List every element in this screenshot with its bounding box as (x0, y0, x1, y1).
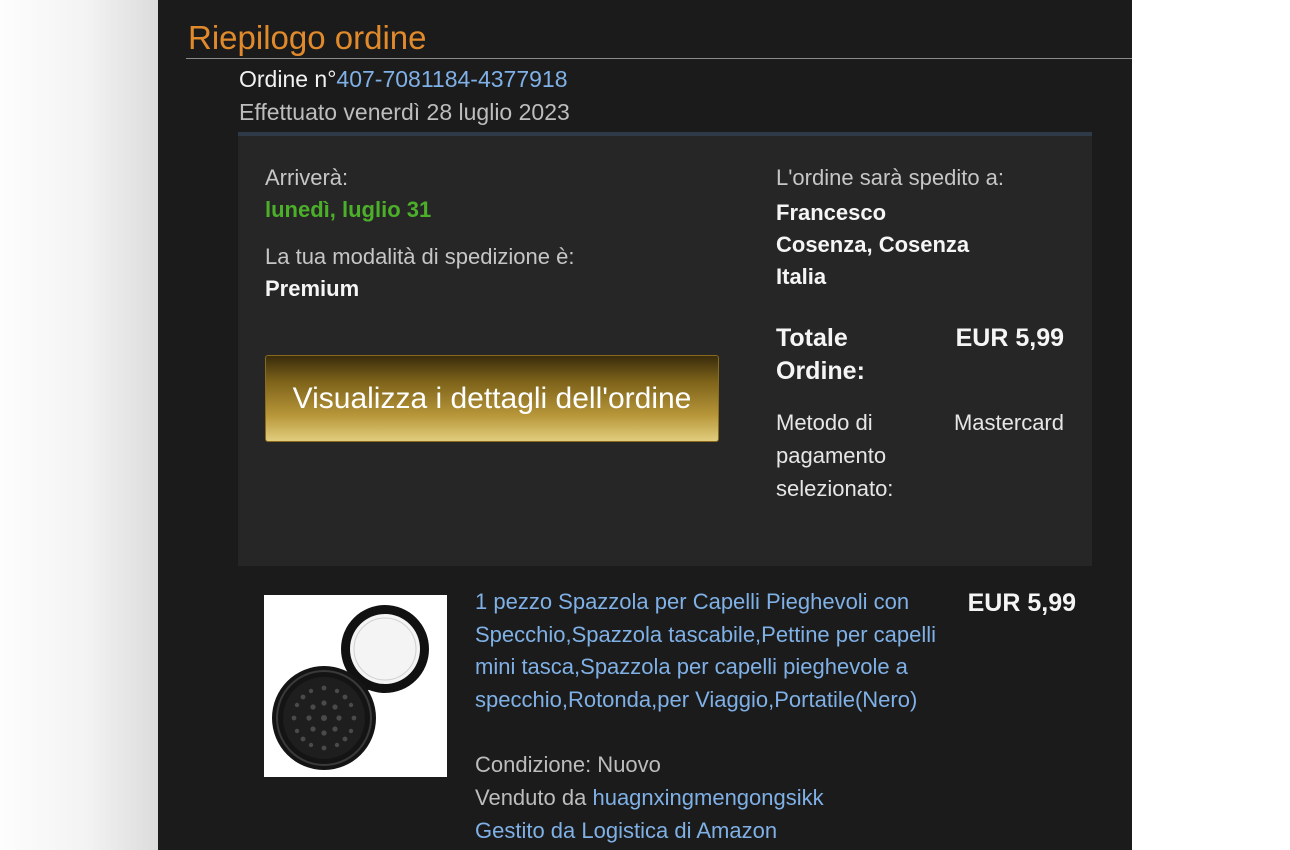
shipping-mode-value: Premium (265, 276, 360, 301)
sold-by-line: Venduto da huagnxingmengongsikk (475, 782, 824, 814)
recipient-city: Cosenza, Cosenza (776, 232, 970, 257)
page-title: Riepilogo ordine (188, 19, 427, 56)
title-divider (186, 58, 1132, 59)
order-info-box: Arriverà: lunedì, luglio 31 La tua modal… (238, 132, 1092, 566)
arrival-label: Arriverà: (265, 165, 349, 190)
folding-mirror-hairbrush-icon (264, 595, 447, 777)
order-summary-panel: Riepilogo ordine Ordine n°407-7081184-43… (158, 0, 1132, 850)
page-background (0, 0, 158, 850)
payment-method-value: Mastercard (953, 410, 1064, 435)
order-total-value: EUR 5,99 (955, 324, 1064, 352)
order-number-link[interactable]: 407-7081184-4377918 (336, 66, 567, 92)
order-number-line: Ordine n°407-7081184-4377918 (239, 64, 568, 94)
seller-link[interactable]: huagnxingmengongsikk (592, 785, 823, 810)
order-placed-date: Effettuato venerdì 28 luglio 2023 (239, 99, 570, 125)
order-total-label: Totale Ordine: (776, 324, 865, 385)
ship-to-label: L'ordine sarà spedito a: (776, 165, 1005, 190)
recipient-country: Italia (776, 264, 827, 289)
product-image[interactable] (264, 595, 447, 777)
shipping-mode-label: La tua modalità di spedizione è: (265, 244, 575, 269)
payment-method-label: Metodo di pagamento selezionato: (776, 410, 894, 501)
recipient-name: Francesco (776, 200, 887, 225)
order-number-prefix: Ordine n° (239, 66, 337, 92)
product-title-link[interactable]: 1 pezzo Spazzola per Capelli Pieghevoli … (475, 586, 945, 716)
sold-by-label: Venduto da (475, 785, 587, 810)
product-condition: Condizione: Nuovo (475, 752, 661, 777)
view-order-details-button[interactable]: Visualizza i dettagli dell'ordine (265, 355, 719, 442)
fulfilled-by-amazon: Gestito da Logistica di Amazon (475, 818, 778, 843)
arrival-date: lunedì, luglio 31 (265, 197, 432, 222)
product-price: EUR 5,99 (967, 589, 1076, 617)
shipping-address: Francesco Cosenza, Cosenza Italia (776, 197, 969, 293)
